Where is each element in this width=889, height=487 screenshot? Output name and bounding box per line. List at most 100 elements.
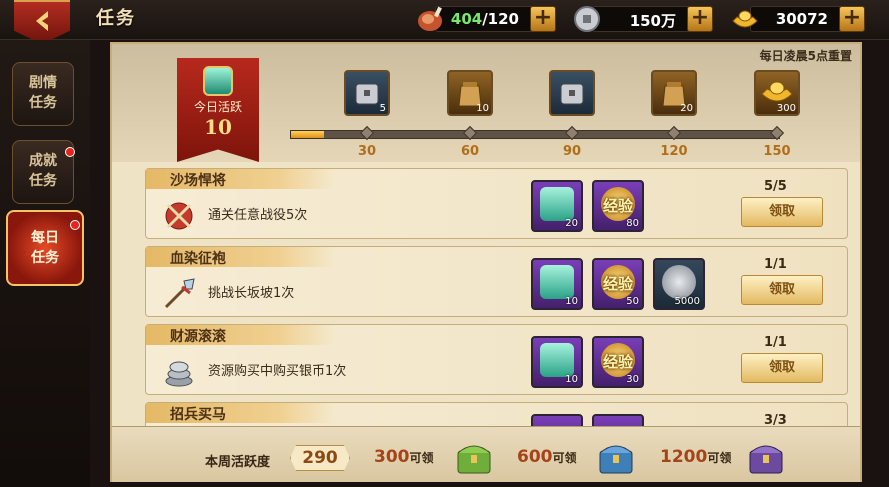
notification-dot	[70, 220, 80, 230]
green-chest-icon[interactable]	[452, 435, 496, 477]
tab-daily-tasks[interactable]: 每日 任务	[6, 210, 84, 286]
reward-experience[interactable]: 经验 50	[592, 258, 644, 310]
weekly-activity-bar: 本周活跃度 290 300可领 600可领 1200可领	[112, 426, 860, 482]
task-progress: 5/5	[764, 179, 787, 194]
task-progress: 1/1	[764, 257, 787, 272]
silver-value: 150万	[629, 12, 676, 30]
add-gold-button[interactable]: +	[839, 6, 865, 32]
add-silver-button[interactable]: +	[687, 6, 713, 32]
reward-count: 5000	[674, 296, 700, 307]
reward-count: 80	[626, 218, 639, 229]
jade-token-icon	[203, 66, 233, 96]
blue-chest-icon[interactable]	[594, 435, 638, 477]
silver-chest-icon	[560, 83, 584, 105]
tier-suffix: 可领	[707, 451, 732, 465]
milestone-30-reward[interactable]: 5	[344, 70, 390, 116]
task-progress: 1/1	[764, 335, 787, 350]
task-description: 通关任意战役5次	[208, 208, 308, 223]
gold-counter: 30072 +	[732, 6, 865, 32]
milestone-label: 120	[660, 144, 688, 159]
reward-jade-gem[interactable]: 20	[531, 180, 583, 232]
reward-jade-gem[interactable]: 10	[531, 258, 583, 310]
tier-suffix: 可领	[409, 451, 434, 465]
milestone-label: 60	[460, 144, 480, 159]
stamina-counter: 404/120 +	[418, 6, 556, 32]
task-row: 沙场悍将 通关任意战役5次 20 经验 80 5/5 领取	[145, 168, 848, 239]
task-description: 挑战长坂坡1次	[208, 286, 295, 301]
back-arrow-icon	[36, 11, 48, 31]
task-description: 资源购买中购买银币1次	[208, 364, 347, 379]
silver-counter: 150万 +	[574, 6, 713, 32]
reward-count: 30	[626, 374, 639, 385]
stamina-max: /120	[482, 10, 519, 28]
reward-jade-gem[interactable]: 10	[531, 336, 583, 388]
claim-button[interactable]: 领取	[741, 275, 823, 305]
milestone-90-reward[interactable]	[549, 70, 595, 116]
jade-gem-icon	[540, 265, 574, 299]
tier-amount: 600	[517, 447, 553, 467]
reward-count: 10	[565, 374, 578, 385]
today-activity-banner: 今日活跃 10	[177, 58, 259, 162]
crossed-blades-icon	[165, 202, 193, 230]
tab-label-line2: 任务	[29, 95, 57, 111]
milestone-60-reward[interactable]: 10	[447, 70, 493, 116]
purple-chest-icon[interactable]	[744, 435, 788, 477]
milestone-label: 90	[562, 144, 582, 159]
daily-task-panel: 每日凌晨5点重置 今日活跃 10 5 10 20 300 30 60 90 12…	[110, 42, 862, 482]
tab-label-line1: 每日	[31, 230, 59, 246]
gold-value: 30072	[775, 10, 828, 28]
milestone-label: 150	[763, 144, 791, 159]
task-row: 血染征袍 挑战长坂坡1次 10 经验 50 5000 1/1 领取	[145, 246, 848, 317]
jade-gem-icon	[540, 187, 574, 221]
top-bar: 任务 404/120 + 150万 + 30072 +	[0, 0, 889, 44]
task-name: 招兵买马	[170, 407, 226, 423]
page-title: 任务	[96, 8, 136, 29]
milestone-count: 300	[776, 103, 796, 114]
notification-dot	[65, 147, 75, 157]
tab-label-line1: 成就	[29, 153, 57, 169]
meat-icon	[418, 6, 442, 31]
stamina-current: 404	[450, 10, 483, 28]
milestone-150-reward[interactable]: 300	[754, 70, 800, 116]
task-name: 财源滚滚	[170, 329, 226, 345]
reward-xp-label: 经验	[602, 353, 633, 371]
tab-achievement-tasks[interactable]: 成就 任务	[12, 140, 75, 204]
silver-coin-icon	[662, 265, 696, 299]
task-header: 招兵买马	[146, 403, 336, 423]
reward-count: 20	[565, 218, 578, 229]
milestone-label: 30	[357, 144, 377, 159]
reward-count: 10	[565, 296, 578, 307]
task-name: 血染征袍	[170, 251, 226, 267]
milestone-120-reward[interactable]: 20	[651, 70, 697, 116]
weekly-tier: 600可领	[517, 447, 577, 467]
task-header: 财源滚滚	[146, 325, 336, 345]
tab-story-tasks[interactable]: 剧情 任务	[12, 62, 74, 126]
milestone-count: 5	[379, 103, 386, 114]
tab-label-line2: 任务	[29, 173, 57, 189]
tab-label-line2: 任务	[31, 250, 59, 266]
tier-amount: 300	[374, 447, 410, 467]
weekly-tier: 300可领	[374, 447, 434, 467]
reward-experience[interactable]: 经验 30	[592, 336, 644, 388]
back-button[interactable]	[14, 0, 70, 44]
weekly-tier: 1200可领	[660, 447, 731, 467]
claim-button[interactable]: 领取	[741, 197, 823, 227]
task-header: 血染征袍	[146, 247, 336, 267]
reward-experience[interactable]: 经验 80	[592, 180, 644, 232]
task-row: 财源滚滚 资源购买中购买银币1次 10 经验 30 1/1 领取	[145, 324, 848, 395]
add-stamina-button[interactable]: +	[530, 6, 556, 32]
tier-amount: 1200	[660, 447, 708, 467]
task-header: 沙场悍将	[146, 169, 336, 189]
tier-suffix: 可领	[552, 451, 577, 465]
reward-count: 50	[626, 296, 639, 307]
activity-progress-fill	[291, 131, 324, 138]
task-name: 沙场悍将	[170, 173, 226, 189]
tab-label-line1: 剧情	[29, 75, 57, 91]
reset-notice: 每日凌晨5点重置	[759, 49, 852, 63]
spear-icon	[164, 278, 195, 309]
claim-button[interactable]: 领取	[741, 353, 823, 383]
jade-gem-icon	[540, 343, 574, 377]
gold-ingot-icon	[732, 10, 758, 28]
reward-silver-coin[interactable]: 5000	[653, 258, 705, 310]
sidebar: 剧情 任务 成就 任务 每日 任务	[0, 40, 90, 487]
